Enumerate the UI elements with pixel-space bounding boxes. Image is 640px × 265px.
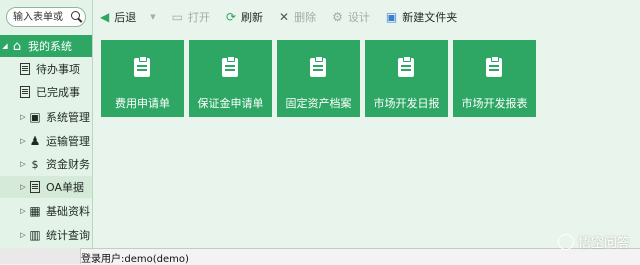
sidebar-item-todo[interactable]: 待办事项: [0, 58, 92, 80]
sidebar-item-label: 统计查询: [46, 229, 90, 242]
design-label: 设计: [347, 11, 370, 24]
sidebar-item-statistics[interactable]: ▷ ▥ 统计查询: [0, 224, 92, 246]
sidebar-item-label: 资金财务: [46, 158, 90, 171]
sidebar-item-oa-forms[interactable]: ▷ OA单据: [0, 176, 92, 198]
collapsed-arrow-icon[interactable]: ▷: [18, 113, 28, 121]
delete-x-icon: ✕: [279, 10, 290, 24]
refresh-label: 刷新: [241, 11, 264, 24]
refresh-button[interactable]: ⟳ 刷新: [226, 9, 263, 25]
clipboard-icon: [398, 56, 414, 77]
sidebar-item-basic-data[interactable]: ▷ ▦ 基础资料: [0, 200, 92, 222]
bar-chart-icon: ▥: [29, 228, 41, 242]
new-folder-label: 新建文件夹: [402, 11, 458, 24]
sidebar: ◢ ⌂ 我的系统 待办事项 已完成事 ▷ ▣ 系统管理 ▷ ♟ 运输管理 ▷ $…: [0, 0, 93, 248]
sidebar-item-label: 基础资料: [46, 205, 90, 218]
clipboard-icon: [486, 56, 502, 77]
sidebar-root-my-system[interactable]: ◢ ⌂ 我的系统: [0, 35, 92, 57]
search-icon[interactable]: [71, 11, 80, 20]
sidebar-item-label: 待办事项: [36, 63, 80, 76]
tile-label: 费用申请单: [115, 97, 170, 110]
sidebar-item-label: 运输管理: [46, 135, 90, 148]
refresh-icon: ⟳: [225, 10, 237, 24]
clipboard-icon: [134, 56, 150, 77]
grid-icon: ▦: [29, 204, 41, 218]
clipboard-icon: [28, 180, 42, 194]
sidebar-item-completed[interactable]: 已完成事: [0, 81, 92, 103]
tile-market-report[interactable]: 市场开发报表: [453, 40, 536, 117]
clipboard-icon: [222, 56, 238, 77]
design-button[interactable]: ⚙ 设计: [332, 9, 370, 25]
tile-label: 固定资产档案: [285, 97, 352, 110]
new-folder-button[interactable]: ▣ 新建文件夹: [386, 9, 457, 25]
folder-open-icon: ▭: [171, 10, 183, 24]
sidebar-item-system-management[interactable]: ▷ ▣ 系统管理: [0, 106, 92, 128]
sidebar-item-transport[interactable]: ▷ ♟ 运输管理: [0, 130, 92, 152]
collapsed-arrow-icon[interactable]: ▷: [18, 160, 28, 168]
status-user: 登录用户:demo(demo): [81, 254, 189, 265]
status-bar: 登录用户:demo(demo): [0, 248, 640, 265]
folder-icon: ▣: [29, 110, 41, 124]
watermark: 悟空问答: [557, 232, 630, 251]
document-icon: [18, 62, 32, 76]
gear-icon: ⚙: [332, 10, 343, 24]
delete-button[interactable]: ✕ 删除: [279, 9, 316, 25]
collapsed-arrow-icon[interactable]: ▷: [18, 137, 28, 145]
user-add-icon: ♟: [29, 134, 41, 148]
watermark-text: 悟空问答: [577, 236, 630, 251]
money-icon: $: [31, 157, 39, 171]
tile-expense-request[interactable]: 费用申请单: [101, 40, 184, 117]
tile-fixed-assets[interactable]: 固定资产档案: [277, 40, 360, 117]
dropdown-icon[interactable]: ▼: [150, 13, 155, 21]
tile-label: 保证金申请单: [197, 97, 264, 110]
sidebar-root-label: 我的系统: [28, 40, 72, 53]
delete-label: 删除: [294, 11, 317, 24]
home-icon: ⌂: [12, 38, 22, 54]
search-input[interactable]: [7, 8, 73, 26]
collapsed-arrow-icon[interactable]: ▷: [18, 231, 28, 239]
tile-label: 市场开发报表: [461, 97, 528, 110]
back-arrow-icon: ◀: [100, 10, 110, 24]
open-button[interactable]: ▭ 打开: [172, 9, 210, 25]
clipboard-icon: [310, 56, 326, 77]
search-box[interactable]: [6, 7, 86, 27]
sidebar-item-label: 已完成事: [36, 86, 80, 99]
tile-label: 市场开发日报: [373, 97, 440, 110]
tile-deposit-request[interactable]: 保证金申请单: [189, 40, 272, 117]
open-label: 打开: [187, 11, 210, 24]
sidebar-item-label: 系统管理: [46, 111, 90, 124]
sidebar-item-label: OA单据: [46, 181, 84, 194]
back-label: 后退: [114, 11, 137, 24]
back-button[interactable]: ◀ 后退 ▼: [100, 9, 156, 25]
tile-market-daily[interactable]: 市场开发日报: [365, 40, 448, 117]
collapsed-arrow-icon[interactable]: ▷: [18, 183, 28, 191]
document-icon: [18, 85, 32, 99]
watermark-logo-icon: [557, 233, 574, 250]
collapsed-arrow-icon[interactable]: ▷: [18, 207, 28, 215]
sidebar-item-finance[interactable]: ▷ $ 资金财务: [0, 153, 92, 175]
expanded-arrow-icon[interactable]: ◢: [0, 42, 10, 50]
new-folder-icon: ▣: [385, 10, 398, 24]
horizontal-scrollbar[interactable]: [0, 248, 81, 264]
toolbar: ◀ 后退 ▼ ▭ 打开 ⟳ 刷新 ✕ 删除 ⚙ 设计 ▣ 新建文件夹: [93, 0, 640, 34]
